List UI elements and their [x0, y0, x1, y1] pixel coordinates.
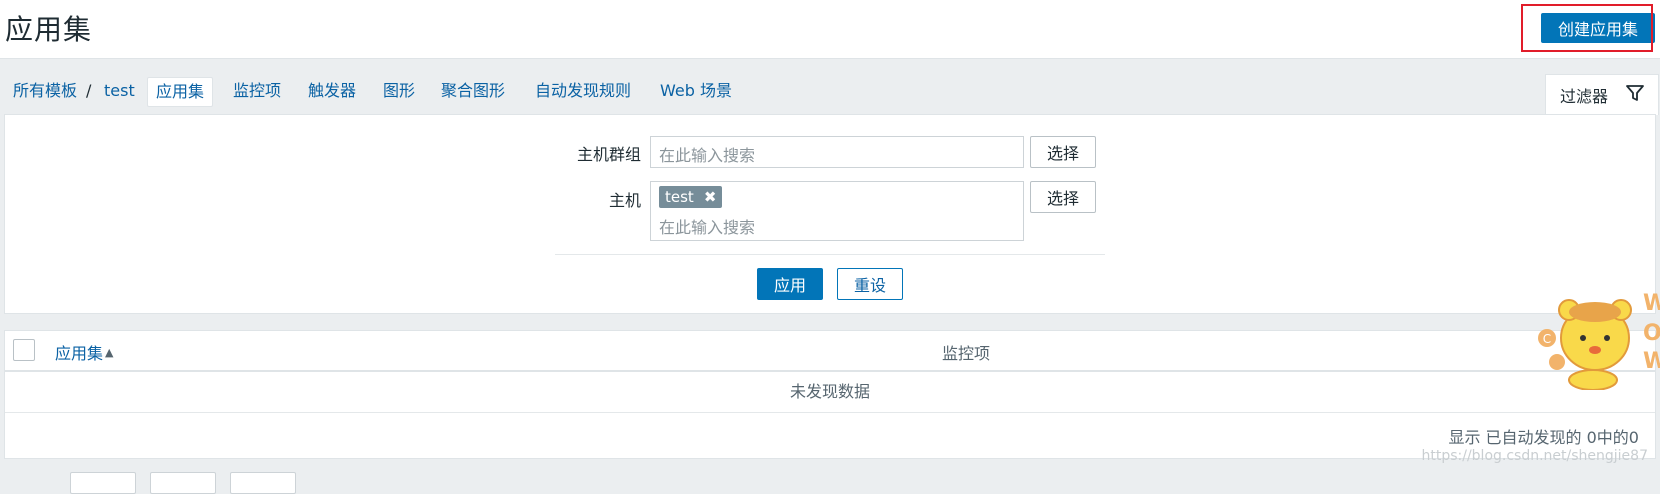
tab-triggers[interactable]: 触发器 — [300, 77, 364, 105]
applications-table: 应用集 ▲ 监控项 未发现数据 显示 已自动发现的 0中的0 — [4, 330, 1656, 459]
table-header: 应用集 ▲ 监控项 — [5, 331, 1655, 372]
filter-tab-label: 过滤器 — [1559, 87, 1608, 106]
host-tag: test ✖ — [659, 186, 723, 208]
apply-button[interactable]: 应用 — [757, 268, 823, 300]
host-placeholder: 在此输入搜索 — [659, 218, 756, 237]
reset-button[interactable]: 重设 — [837, 268, 903, 300]
remove-tag-icon[interactable]: ✖ — [704, 188, 717, 206]
tab-discovery-rules[interactable]: 自动发现规则 — [527, 77, 639, 105]
mascot-decoration-icon: C W O W — [1538, 291, 1660, 390]
mass-action-button[interactable] — [150, 472, 216, 494]
tab-web-scenarios[interactable]: Web 场景 — [652, 77, 740, 105]
create-application-button[interactable]: 创建应用集 — [1541, 13, 1655, 43]
column-applications-label: 应用集 — [55, 344, 104, 363]
tab-items[interactable]: 监控项 — [225, 77, 289, 105]
host-label: 主机 — [608, 191, 641, 210]
svg-text:W: W — [1643, 291, 1660, 316]
host-group-input[interactable]: 在此输入搜索 — [650, 136, 1024, 168]
host-group-placeholder: 在此输入搜索 — [659, 146, 756, 165]
tab-graphs[interactable]: 图形 — [375, 77, 423, 105]
column-items-label: 监控项 — [942, 344, 991, 363]
watermark-text: https://blog.csdn.net/shengjie87 — [1421, 448, 1648, 464]
svg-text:O: O — [1643, 321, 1660, 346]
mass-action-button[interactable] — [70, 472, 136, 494]
select-all-checkbox[interactable] — [13, 339, 35, 361]
filter-panel: 主机群组 在此输入搜索 选择 主机 test ✖ 在此输入搜索 选择 — [4, 114, 1656, 314]
no-data-message: 未发现数据 — [5, 372, 1655, 413]
tab-screens[interactable]: 聚合图形 — [433, 77, 513, 105]
host-group-select-button[interactable]: 选择 — [1030, 136, 1096, 168]
host-group-label: 主机群组 — [576, 145, 641, 164]
breadcrumb-template[interactable]: test — [96, 77, 143, 105]
breadcrumb-all-templates[interactable]: 所有模板 — [5, 77, 85, 105]
filter-icon — [1626, 84, 1644, 106]
host-input[interactable]: test ✖ 在此输入搜索 — [650, 181, 1024, 241]
filter-tab[interactable]: 过滤器 — [1545, 74, 1659, 115]
column-applications-sort[interactable]: 应用集 ▲ — [55, 340, 113, 364]
svg-text:C: C — [1543, 332, 1551, 346]
breadcrumb-nav: 所有模板 / test 应用集 监控项 触发器 图形 聚合图形 自动发现规则 W… — [0, 59, 1660, 114]
mass-action-button[interactable] — [230, 472, 296, 494]
page-title: 应用集 — [5, 13, 93, 46]
host-select-button[interactable]: 选择 — [1030, 181, 1096, 213]
host-tag-label: test — [665, 188, 694, 206]
sort-asc-icon: ▲ — [105, 345, 114, 359]
filter-divider — [555, 254, 1105, 255]
breadcrumb-separator: / — [86, 81, 92, 100]
page-header: 应用集 创建应用集 — [0, 0, 1660, 59]
svg-text:W: W — [1643, 349, 1660, 374]
table-summary: 显示 已自动发现的 0中的0 — [1448, 428, 1639, 447]
tab-applications[interactable]: 应用集 — [147, 77, 214, 107]
